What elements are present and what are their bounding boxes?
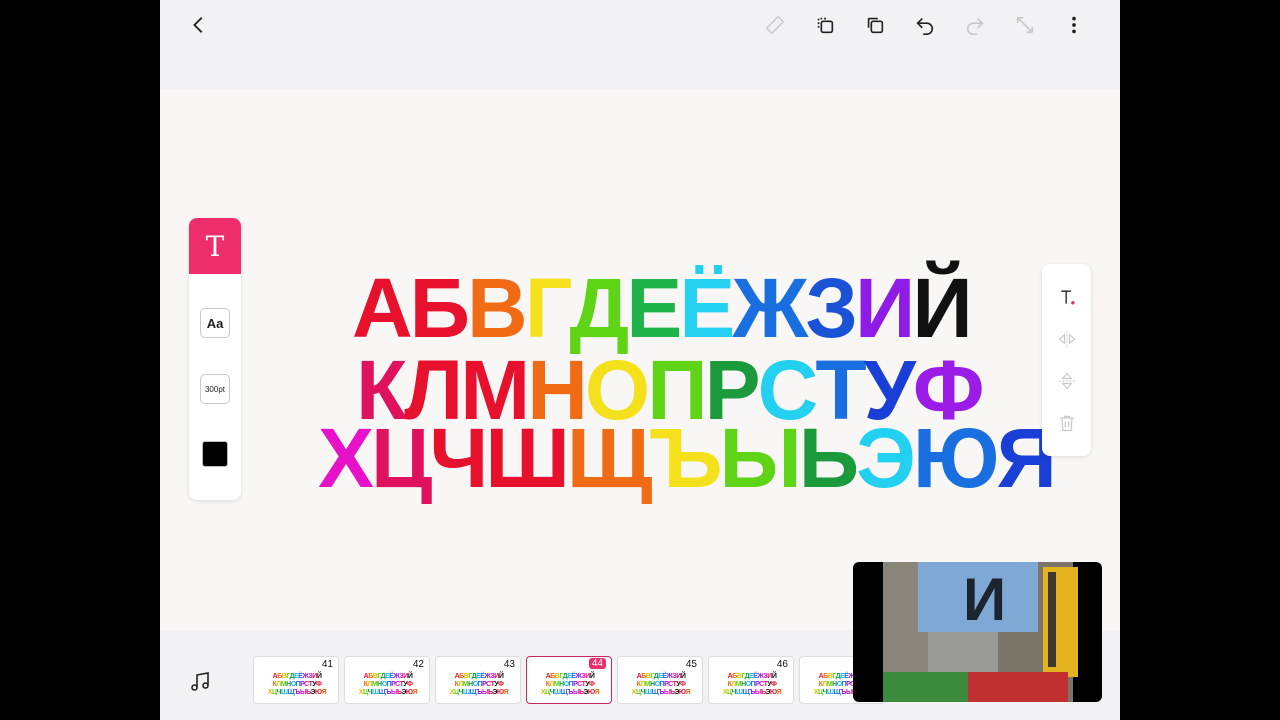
thumbnail-preview: АБВГДЕЁЖЗИЙКЛМНОПРСТУФХЦЧШЩЪЫЬЭЮЯ [262, 673, 332, 697]
resize-icon[interactable] [1010, 10, 1040, 40]
page-number: 42 [412, 659, 424, 670]
alphabet-letter: Ю [912, 411, 1000, 505]
thumbnail-line: ХЦЧШЩЪЫЬЭЮЯ [358, 689, 418, 696]
page-number: 41 [321, 659, 333, 670]
page-thumbnail[interactable]: 43 АБВГДЕЁЖЗИЙ КЛМНОПРСТУФ ХЦЧШЩЪЫЬЭЮЯ [435, 656, 521, 704]
alphabet-letter: Х [318, 411, 374, 505]
thumbnail-line: КЛМНОПРСТУФ [727, 681, 777, 688]
page-thumbnail[interactable]: 45 АБВГДЕЁЖЗИЙ КЛМНОПРСТУФ ХЦЧШЩЪЫЬЭЮЯ [617, 656, 703, 704]
alphabet-letter: И [854, 261, 915, 355]
object-tool-panel [1042, 264, 1091, 456]
thumbnail-line: АБВГДЕЁЖЗИЙ [363, 673, 413, 680]
page-number: 43 [503, 659, 515, 670]
ruler-icon[interactable] [760, 10, 790, 40]
alphabet-letter: З [805, 261, 858, 355]
alphabet-letter: Ж [732, 261, 808, 355]
flip-horizontal-icon[interactable] [1054, 326, 1080, 352]
alphabet-letter: А [352, 261, 413, 355]
flip-vertical-icon[interactable] [1054, 368, 1080, 394]
thumbnail-line: АБВГДЕЁЖЗИЙ [272, 673, 322, 680]
alphabet-letter: Ы [719, 411, 802, 505]
alphabet-letter: Й [912, 261, 972, 355]
back-chevron-icon[interactable] [184, 10, 214, 40]
thumbnail-line: ХЦЧШЩЪЫЬЭЮЯ [267, 689, 327, 696]
alphabet-letter: Г [524, 261, 573, 355]
alphabet-letter: Ь [798, 411, 859, 505]
thumbnail-line: КЛМНОПРСТУФ [636, 681, 686, 688]
alphabet-letter: Б [409, 261, 470, 355]
thumbnail-preview: АБВГДЕЁЖЗИЙКЛМНОПРСТУФХЦЧШЩЪЫЬЭЮЯ [626, 673, 696, 697]
thumbnail-preview: АБВГДЕЁЖЗИЙКЛМНОПРСТУФХЦЧШЩЪЫЬЭЮЯ [444, 673, 514, 697]
add-text-icon[interactable] [1054, 284, 1080, 310]
thumbnail-preview: АБВГДЕЁЖЗИЙКЛМНОПРСТУФХЦЧШЩЪЫЬЭЮЯ [353, 673, 423, 697]
alphabet-letter: Е [626, 261, 682, 355]
alphabet-letter: Д [569, 261, 629, 355]
thumbnail-line: КЛМНОПРСТУФ [272, 681, 322, 688]
thumbnail-preview: АБВГДЕЁЖЗИЙКЛМНОПРСТУФХЦЧШЩЪЫЬЭЮЯ [717, 673, 787, 697]
page-thumbnail[interactable]: 42 АБВГДЕЁЖЗИЙ КЛМНОПРСТУФ ХЦЧШЩЪЫЬЭЮЯ [344, 656, 430, 704]
duplicate-icon[interactable] [810, 10, 840, 40]
more-icon[interactable] [1059, 10, 1089, 40]
thumbnail-line: АБВГДЕЁЖЗИЙ [545, 673, 595, 680]
text-tool-panel: T Aa 300pt [189, 218, 241, 500]
thumbnail-line: АБВГДЕЁЖЗИЙ [636, 673, 686, 680]
music-note-icon[interactable] [188, 670, 212, 694]
alphabet-row-1: АБВГДЕЁЖЗИЙ [352, 261, 973, 355]
thumbnail-line: КЛМНОПРСТУФ [363, 681, 413, 688]
alphabet-letter: Щ [566, 411, 653, 505]
alphabet-letter: Ш [485, 411, 569, 505]
alphabet-letter: Ч [429, 411, 488, 505]
app-screen: АБВГДЕЁЖЗИЙ КЛМНОПРСТУФ ХЦЧШЩЪЫЬЭЮЯ T Aa… [160, 0, 1120, 720]
page-thumbnail[interactable]: 41 АБВГДЕЁЖЗИЙ КЛМНОПРСТУФ ХЦЧШЩЪЫЬЭЮЯ [253, 656, 339, 704]
trash-icon[interactable] [1054, 410, 1080, 436]
thumbnail-line: АБВГДЕЁЖЗИЙ [454, 673, 504, 680]
page-number: 46 [776, 659, 788, 670]
alphabet-letter: Ц [371, 411, 432, 505]
video-overlay[interactable]: И [853, 562, 1102, 702]
alphabet-letter: Ё [679, 261, 735, 355]
redo-icon[interactable] [960, 10, 990, 40]
alphabet-letter: Ъ [649, 411, 722, 505]
top-toolbar [160, 0, 1120, 52]
thumbnail-line: ХЦЧШЩЪЫЬЭЮЯ [449, 689, 509, 696]
thumbnail-line: КЛМНОПРСТУФ [454, 681, 504, 688]
page-thumbnail[interactable]: 44 АБВГДЕЁЖЗИЙ КЛМНОПРСТУФ ХЦЧШЩЪЫЬЭЮЯ [526, 656, 612, 704]
page-number: 44 [588, 658, 606, 669]
alphabet-letter: Э [856, 411, 916, 505]
alphabet-letter: В [467, 261, 528, 355]
text-color-swatch[interactable] [202, 441, 228, 467]
thumbnail-line: ХЦЧШЩЪЫЬЭЮЯ [540, 689, 600, 696]
font-button[interactable]: Aa [200, 308, 230, 338]
undo-icon[interactable] [910, 10, 940, 40]
alphabet-row-3: ХЦЧШЩЪЫЬЭЮЯ [318, 411, 1057, 505]
video-letter: И [963, 566, 1006, 633]
thumbnail-line: ХЦЧШЩЪЫЬЭЮЯ [631, 689, 691, 696]
text-icon[interactable]: T [189, 218, 241, 274]
thumbnail-line: ХЦЧШЩЪЫЬЭЮЯ [722, 689, 782, 696]
page-thumbnail[interactable]: 46 АБВГДЕЁЖЗИЙ КЛМНОПРСТУФ ХЦЧШЩЪЫЬЭЮЯ [708, 656, 794, 704]
thumbnail-preview: АБВГДЕЁЖЗИЙКЛМНОПРСТУФХЦЧШЩЪЫЬЭЮЯ [535, 673, 605, 697]
page-number: 45 [685, 659, 697, 670]
copy-icon[interactable] [860, 10, 890, 40]
font-size-button[interactable]: 300pt [200, 374, 230, 404]
thumbnail-line: АБВГДЕЁЖЗИЙ [727, 673, 777, 680]
thumbnail-line: КЛМНОПРСТУФ [545, 681, 595, 688]
